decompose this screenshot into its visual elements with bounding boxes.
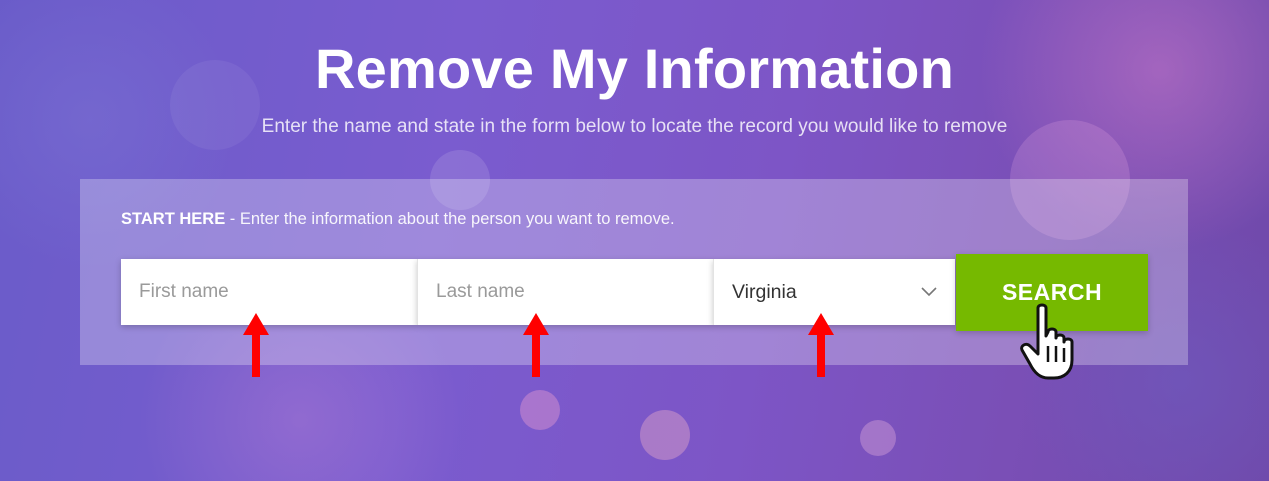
page-subtitle: Enter the name and state in the form bel… [261,116,1008,137]
state-select[interactable]: Virginia [713,259,955,325]
red-up-arrow-icon [243,313,269,377]
last-name-input[interactable] [418,259,713,325]
red-up-arrow-icon [523,313,549,377]
first-name-input[interactable] [121,259,417,325]
first-name-field [121,259,417,325]
last-name-field [417,259,713,325]
background-bokeh [520,390,560,430]
state-selected-value: Virginia [732,280,797,303]
hand-cursor-icon [1020,303,1074,380]
form-intro: START HERE - Enter the information about… [121,210,675,229]
red-up-arrow-icon [808,313,834,377]
page-title: Remove My Information [315,37,954,100]
background-bokeh [640,410,690,460]
form-intro-strong: START HERE [121,210,226,228]
chevron-down-icon [921,287,937,297]
background-bokeh [860,420,896,456]
form-intro-text: - Enter the information about the person… [225,210,675,228]
